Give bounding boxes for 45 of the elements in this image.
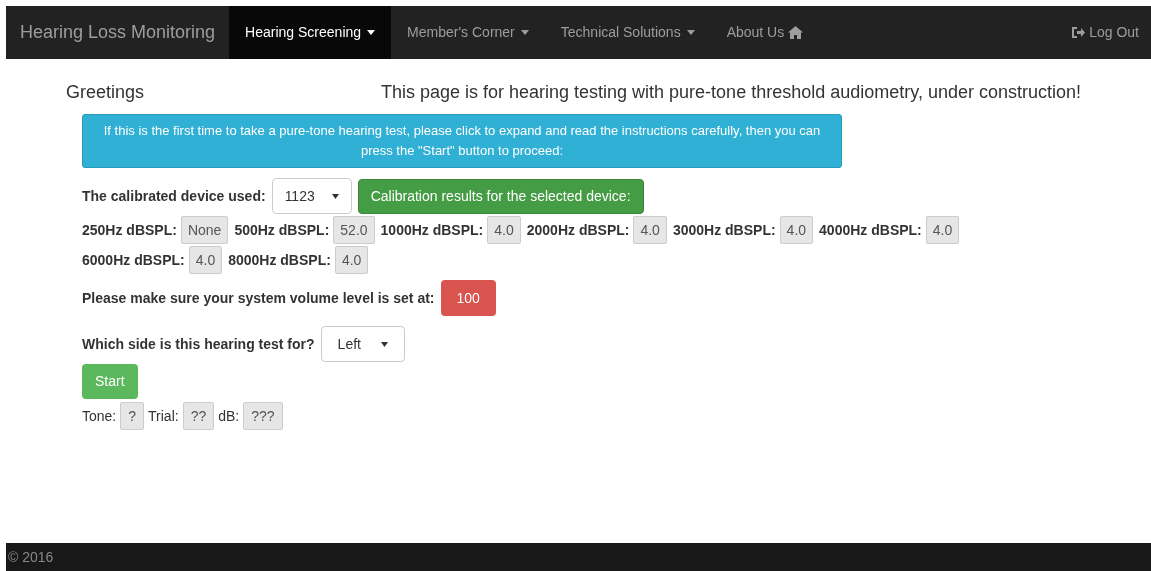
nav-item[interactable]: Hearing Screening	[229, 6, 392, 59]
frequency-label: 2000Hz dBSPL:	[526, 220, 630, 240]
calibration-value: 52.0	[333, 216, 375, 244]
nav-item[interactable]: About Us	[710, 6, 820, 59]
calibration-value: 4.0	[334, 246, 369, 274]
status-label: Tone:	[82, 406, 117, 426]
calibration-results-button[interactable]: Calibration results for the selected device:	[357, 178, 644, 214]
dropdown-arrow-icon	[331, 193, 339, 199]
caret-icon	[367, 30, 376, 35]
nav-item[interactable]: Member's Corner	[391, 6, 545, 59]
notice-text: This page is for hearing testing with pure-tone threshold audiometry, under construction!	[380, 81, 1081, 104]
calibration-value: 4.0	[487, 216, 521, 244]
greeting-text: Greetings	[66, 81, 145, 104]
volume-label: Please make sure your system volume level is set at:	[82, 288, 435, 308]
calibration-value: 4.0	[188, 246, 223, 274]
frequency-label: 3000Hz dBSPL:	[672, 220, 776, 240]
side-label: Which side is this hearing test for?	[82, 334, 315, 354]
frequency-label: 6000Hz dBSPL:	[82, 250, 185, 270]
calibration-value: 4.0	[779, 216, 814, 244]
volume-value: 100	[440, 280, 496, 316]
logout-icon	[1071, 26, 1086, 39]
status-value: ?	[120, 402, 145, 430]
dropdown-arrow-icon	[380, 341, 388, 347]
device-select[interactable]: 1123	[271, 178, 352, 214]
frequency-label: 8000Hz dBSPL:	[228, 250, 331, 270]
frequency-label: 1000Hz dBSPL:	[380, 220, 484, 240]
brand-link[interactable]: Hearing Loss Monitoring	[6, 6, 230, 59]
side-select[interactable]: Left	[320, 326, 405, 362]
calibration-value: 4.0	[633, 216, 667, 244]
copyright-text: © 2016	[8, 547, 54, 567]
nav-item[interactable]: Technical Solutions	[544, 6, 711, 59]
calibration-value: 4.0	[925, 216, 960, 244]
status-label: Trial:	[148, 406, 179, 426]
status-value: ??	[182, 402, 215, 430]
status-label: dB:	[218, 406, 240, 426]
status-value: ???	[243, 402, 283, 430]
frequency-label: 4000Hz dBSPL:	[819, 220, 922, 240]
home-icon	[788, 26, 804, 39]
caret-icon	[520, 30, 529, 35]
frequency-label: 250Hz dBSPL:	[82, 220, 177, 240]
frequency-label: 500Hz dBSPL:	[234, 220, 330, 240]
calibration-value: None	[180, 216, 229, 244]
device-label: The calibrated device used:	[82, 186, 266, 206]
logout-link[interactable]: Log Out	[1059, 6, 1151, 59]
caret-icon	[686, 30, 695, 35]
